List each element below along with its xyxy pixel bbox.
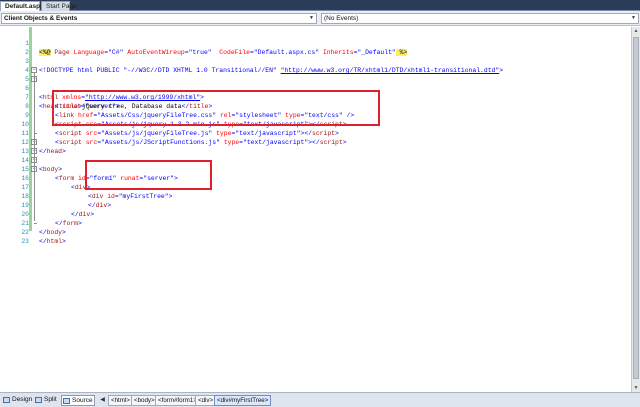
source-view-icon [63, 398, 70, 404]
tab-default-aspx[interactable]: Default.aspx [0, 1, 44, 11]
navigation-bar: Client Objects & Events ▼ (No Events) ▼ [0, 11, 640, 26]
client-objects-dropdown[interactable]: Client Objects & Events ▼ [1, 13, 317, 24]
outline-guide-end [34, 133, 37, 134]
scroll-up-icon[interactable]: ▲ [632, 27, 640, 35]
chevron-left-icon[interactable]: ◀ [98, 396, 107, 405]
code-line: 23 [0, 228, 631, 245]
split-label: Split [44, 396, 57, 403]
events-label: (No Events) [324, 15, 359, 22]
scroll-down-icon[interactable]: ▼ [632, 384, 640, 392]
code-line: 12 </head> [0, 129, 631, 155]
editor-bottom-bar: Design Split Source ◀ <html> <body> <for… [0, 392, 640, 407]
split-view-icon [35, 397, 42, 403]
code-line: 5 − <html xmlns="http://www.w3.org/1999/… [0, 66, 631, 102]
outline-guide [34, 73, 35, 221]
code-line: 14 − <form id="form1" runat="server"> [0, 147, 631, 183]
code-line: 19 </div> [0, 192, 631, 218]
breadcrumb-html[interactable]: <html> [108, 395, 133, 406]
code-line: 13 − <body> [0, 138, 631, 174]
design-label: Design [12, 396, 33, 403]
source-view-button[interactable]: Source [61, 395, 95, 406]
split-view-button[interactable]: Split [34, 395, 60, 406]
delim: > [62, 238, 66, 245]
breadcrumb-body[interactable]: <body> [131, 395, 158, 406]
design-view-icon [3, 397, 10, 403]
line-number: 23 [21, 238, 29, 245]
document-tab-strip: Default.aspx Start Page [0, 0, 640, 11]
code-line: 20 </form> [0, 201, 631, 227]
code-line: 22 </html> [0, 219, 631, 245]
tag-name: html [46, 238, 63, 245]
design-view-button[interactable]: Design [2, 395, 34, 406]
code-line: 3 <!DOCTYPE html PUBLIC "-//W3C//DTD XHT… [0, 48, 631, 74]
head-scripts-highlight-box [52, 90, 380, 126]
tab-start-page[interactable]: Start Page [41, 1, 77, 11]
code-line: 2 [0, 39, 631, 56]
scrollbar-thumb[interactable] [633, 37, 639, 379]
breadcrumb-div-myfirsttree[interactable]: <div#myFirstTree> [214, 395, 272, 406]
vertical-scrollbar[interactable]: ▲ ▼ [631, 27, 640, 392]
code-editor[interactable]: 1 <%@ Page Language="C#" AutoEventWireup… [0, 27, 631, 392]
delim: </ [39, 238, 47, 245]
chevron-down-icon: ▼ [309, 15, 314, 21]
events-dropdown[interactable]: (No Events) ▼ [321, 13, 639, 24]
chevron-down-icon: ▼ [631, 15, 636, 21]
breadcrumb-div[interactable]: <div> [195, 395, 217, 406]
code-line: 21 </body> [0, 210, 631, 236]
client-objects-label: Client Objects & Events [4, 15, 78, 22]
tree-div-highlight-box [85, 160, 212, 190]
outline-guide-end [34, 223, 37, 224]
breadcrumb-form[interactable]: <form#form1> [155, 395, 200, 406]
code-line: 1 <%@ Page Language="C#" AutoEventWireup… [0, 30, 631, 56]
code-line: 6 − <head runat="server"> [0, 75, 631, 111]
code-line: 4 [0, 57, 631, 74]
source-label: Source [72, 397, 93, 404]
